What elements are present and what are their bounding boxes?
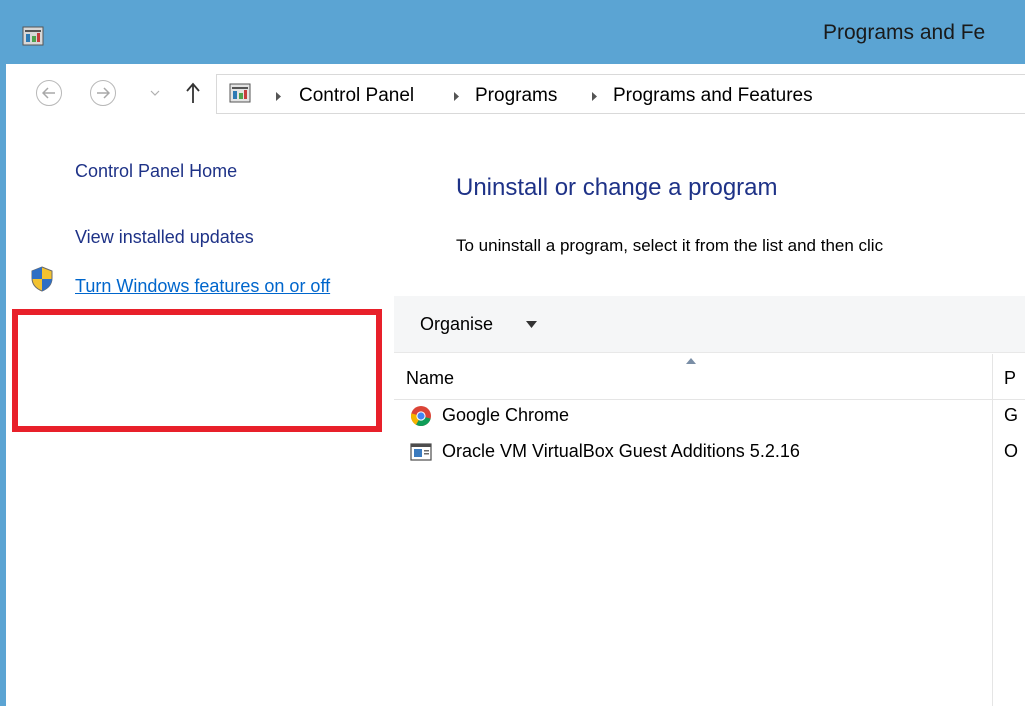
program-publisher: O	[1004, 441, 1019, 461]
highlight-box	[12, 309, 382, 432]
program-row[interactable]: Google Chrome G	[406, 403, 1025, 429]
turn-windows-features-link[interactable]: Turn Windows features on or off	[75, 272, 375, 301]
program-publisher: G	[1004, 405, 1019, 425]
window-content: Control Panel Programs Programs and Feat…	[6, 64, 1025, 706]
control-panel-icon	[22, 26, 44, 46]
navigation-bar: Control Panel Programs Programs and Feat…	[6, 64, 1025, 129]
left-task-pane: Control Panel Home View installed update…	[6, 129, 394, 706]
address-bar[interactable]: Control Panel Programs Programs and Feat…	[216, 74, 1025, 114]
sort-ascending-icon	[686, 358, 696, 364]
program-name: Google Chrome	[442, 405, 570, 425]
program-list-header: Name P	[394, 354, 1025, 400]
program-name: Oracle VM VirtualBox Guest Additions 5.2…	[442, 441, 800, 461]
control-panel-icon	[229, 83, 251, 103]
up-arrow-icon[interactable]	[186, 82, 200, 104]
forward-button[interactable]	[90, 80, 116, 106]
column-divider[interactable]	[992, 354, 993, 399]
control-panel-home-link[interactable]: Control Panel Home	[75, 161, 237, 182]
chevron-down-icon[interactable]	[526, 321, 537, 328]
column-header-publisher[interactable]: P	[1004, 368, 1016, 389]
back-arrow-icon	[42, 87, 55, 99]
installer-icon	[410, 443, 432, 461]
forward-arrow-icon	[97, 87, 110, 99]
programs-toolbar: Organise	[394, 296, 1025, 353]
breadcrumb-programs[interactable]: Programs	[475, 85, 557, 107]
view-installed-updates-link[interactable]: View installed updates	[75, 227, 254, 248]
window-title: Programs and Fe	[823, 21, 986, 44]
back-button[interactable]	[36, 80, 62, 106]
chrome-icon	[410, 406, 431, 427]
recent-locations-dropdown-icon[interactable]	[150, 90, 160, 96]
breadcrumb-programs-and-features[interactable]: Programs and Features	[613, 85, 813, 107]
programs-and-features-window: Programs and Fe Control Panel Programs P…	[0, 0, 1025, 706]
uac-shield-icon	[31, 266, 53, 292]
organise-button[interactable]: Organise	[420, 314, 493, 335]
title-bar[interactable]: Programs and Fe	[0, 0, 1025, 64]
page-description: To uninstall a program, select it from t…	[456, 236, 884, 255]
program-row[interactable]: Oracle VM VirtualBox Guest Additions 5.2…	[406, 439, 1025, 465]
breadcrumb-control-panel[interactable]: Control Panel	[299, 85, 414, 107]
column-header-name[interactable]: Name	[406, 368, 454, 389]
breadcrumb-separator-icon[interactable]	[453, 92, 459, 101]
breadcrumb-separator-icon[interactable]	[591, 92, 597, 101]
page-title: Uninstall or change a program	[456, 174, 778, 201]
breadcrumb-separator-icon[interactable]	[275, 92, 281, 101]
